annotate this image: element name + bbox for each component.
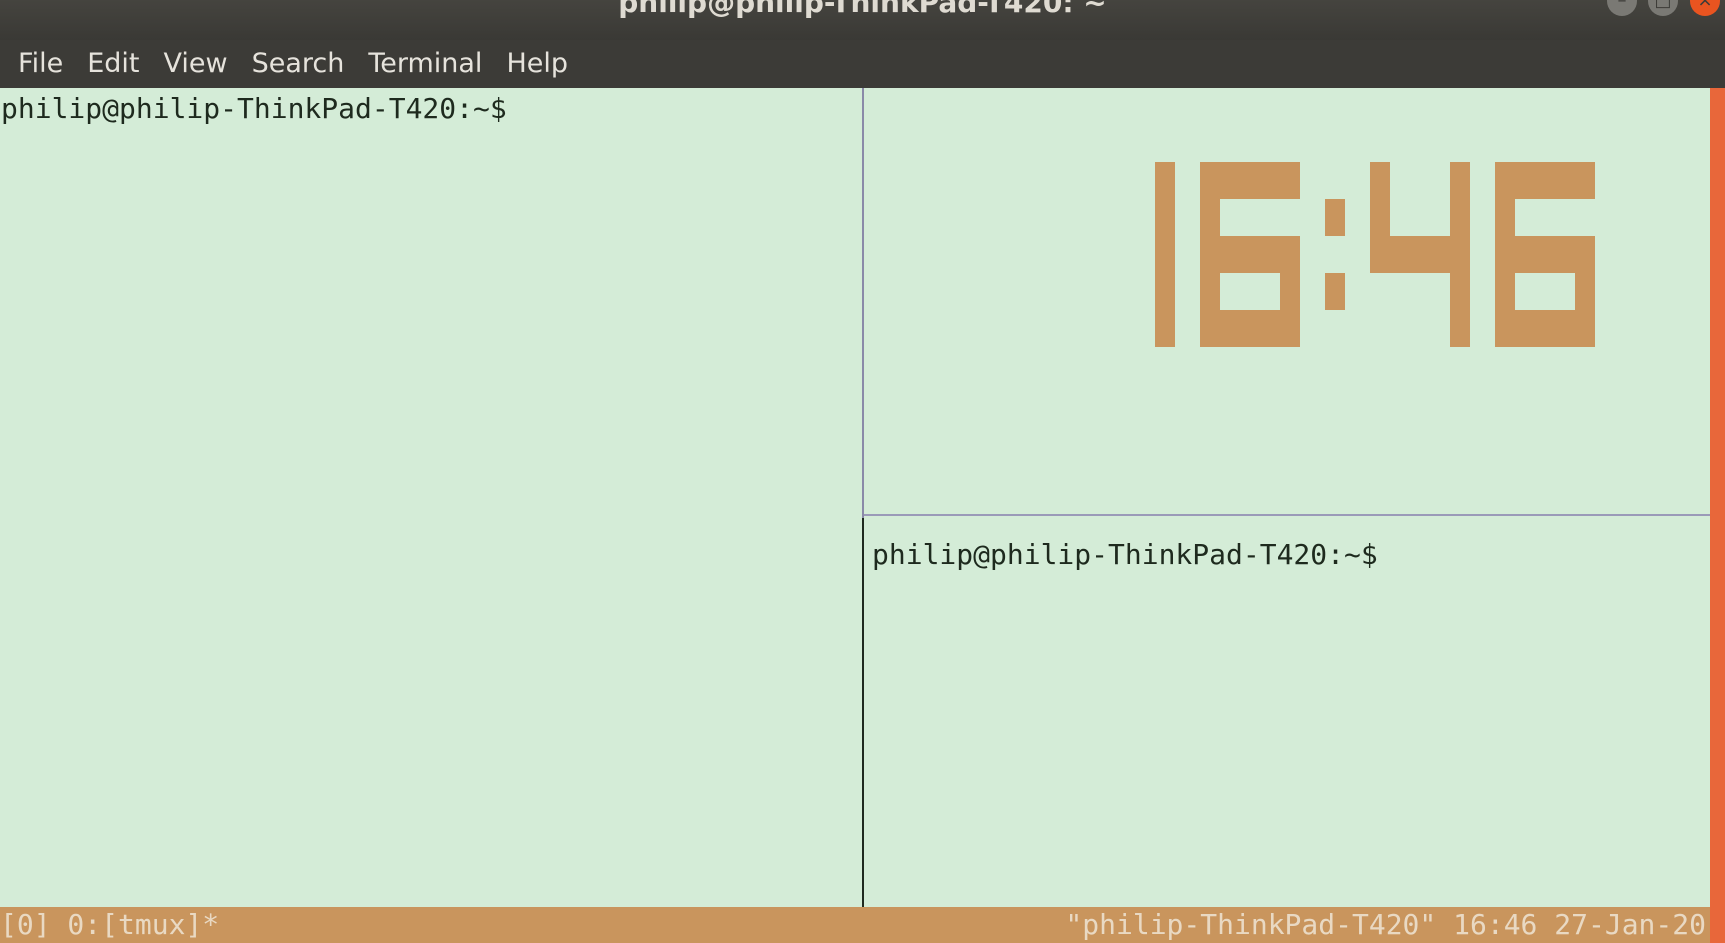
clock-block (1155, 310, 1175, 347)
title-bar[interactable]: philip@philip-ThinkPad-T420: ~ – □ × (0, 0, 1725, 40)
clock-block (1535, 236, 1555, 273)
terminal-area[interactable]: philip@philip-ThinkPad-T420:~$ philip@ph… (0, 88, 1710, 907)
clock-block (1575, 162, 1595, 199)
window-title: philip@philip-ThinkPad-T420: ~ (618, 0, 1107, 19)
horizontal-pane-divider[interactable] (864, 514, 1710, 516)
clock-block (1220, 310, 1240, 347)
menu-terminal[interactable]: Terminal (356, 44, 494, 84)
clock-block (1200, 162, 1220, 199)
clock-block (1450, 236, 1470, 273)
clock-block (1200, 310, 1220, 347)
clock-block (1555, 310, 1575, 347)
minimize-icon: – (1617, 0, 1627, 11)
clock-block (1220, 236, 1240, 273)
clock-block (1390, 236, 1410, 273)
menu-help[interactable]: Help (494, 44, 580, 84)
clock-block (1495, 199, 1515, 236)
clock-block (1200, 273, 1220, 310)
left-pane-prompt[interactable]: philip@philip-ThinkPad-T420:~$ (1, 92, 507, 126)
clock-block (1450, 162, 1470, 199)
clock-block (1260, 162, 1280, 199)
clock-block (1280, 310, 1300, 347)
clock-block (1260, 236, 1280, 273)
clock-block (1450, 199, 1470, 236)
window-edge-accent (1710, 88, 1725, 943)
clock-block (1495, 162, 1515, 199)
clock-block (1450, 310, 1470, 347)
clock-block (1240, 310, 1260, 347)
active-pane-border (862, 518, 864, 907)
clock-block (1280, 273, 1300, 310)
menu-file[interactable]: File (6, 44, 75, 84)
clock-block (1555, 236, 1575, 273)
clock-block (1535, 162, 1555, 199)
tmux-status-bar: [0] 0:[tmux]* "philip-ThinkPad-T420" 16:… (0, 907, 1710, 943)
clock-block (1555, 162, 1575, 199)
clock-block (1155, 199, 1175, 236)
clock-block (1495, 273, 1515, 310)
clock-block (1575, 273, 1595, 310)
clock-block (1240, 236, 1260, 273)
close-icon: × (1697, 0, 1713, 11)
clock-block (1450, 273, 1470, 310)
clock-block (1535, 310, 1555, 347)
clock-block (1200, 199, 1220, 236)
clock-block (1495, 310, 1515, 347)
bottom-right-pane-prompt[interactable]: philip@philip-ThinkPad-T420:~$ (872, 538, 1378, 572)
clock-block (1495, 236, 1515, 273)
clock-block (1240, 162, 1260, 199)
clock-block (1220, 162, 1240, 199)
terminal-window: philip@philip-ThinkPad-T420: ~ – □ × Fil… (0, 0, 1725, 943)
menu-bar: File Edit View Search Terminal Help (0, 40, 1725, 88)
clock-block (1430, 236, 1450, 273)
clock-block (1575, 310, 1595, 347)
status-window-list: [0] 0:[tmux]* (0, 908, 220, 941)
menu-view[interactable]: View (151, 44, 239, 84)
clock-block (1515, 236, 1535, 273)
clock-colon-dot (1325, 199, 1345, 236)
clock-block (1410, 236, 1430, 273)
clock-block (1370, 236, 1390, 273)
clock-colon-dot (1325, 273, 1345, 310)
status-host-time-date: "philip-ThinkPad-T420" 16:46 27-Jan-20 (1065, 908, 1706, 941)
maximize-icon: □ (1654, 0, 1672, 11)
clock-block (1515, 162, 1535, 199)
clock-block (1370, 199, 1390, 236)
clock-block (1280, 236, 1300, 273)
clock-block (1155, 162, 1175, 199)
clock-block (1370, 162, 1390, 199)
clock-block (1260, 310, 1280, 347)
clock-block (1155, 236, 1175, 273)
clock-block (1575, 236, 1595, 273)
menu-edit[interactable]: Edit (75, 44, 151, 84)
clock-block (1155, 273, 1175, 310)
clock-block (1515, 310, 1535, 347)
clock-block (1280, 162, 1300, 199)
menu-search[interactable]: Search (240, 44, 357, 84)
clock-block (1200, 236, 1220, 273)
